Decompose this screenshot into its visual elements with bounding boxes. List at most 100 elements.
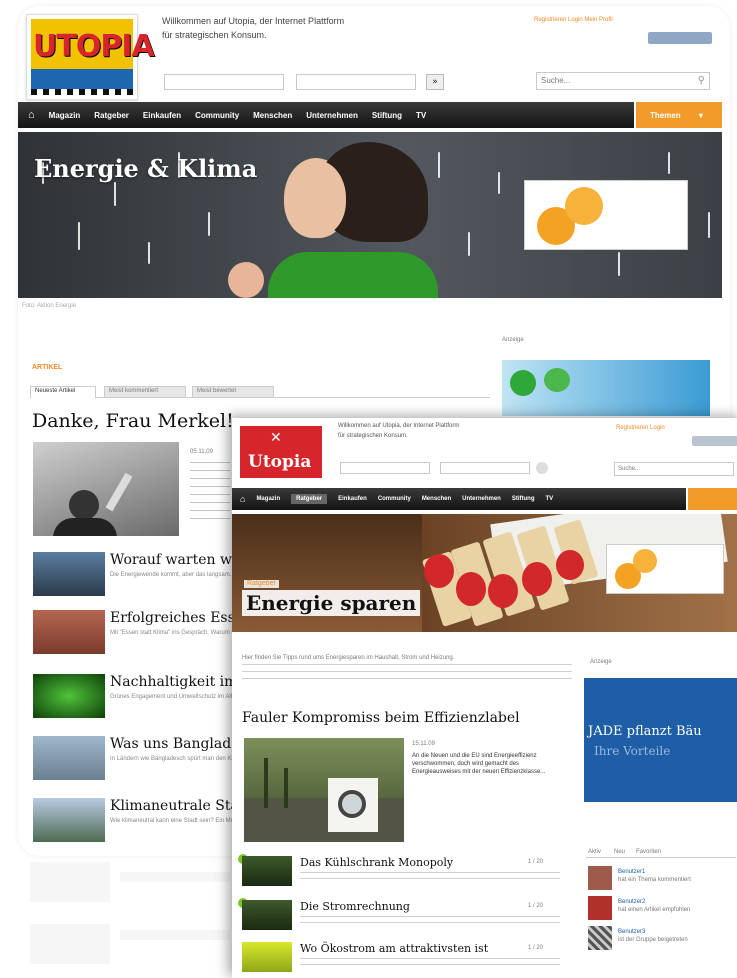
front-welcome-line2: für strategischen Konsum. <box>338 433 408 439</box>
front-welcome-line1: Willkommen auf Utopia, der Internet Plat… <box>338 423 460 429</box>
front-list-title[interactable]: Die Stromrechnung <box>300 900 410 913</box>
front-lead-image[interactable] <box>244 738 404 842</box>
front-intro-text: Hier finden Sie Tipps rund ums Energiesp… <box>242 655 455 661</box>
back-logo[interactable]: UTOPIA <box>26 14 155 100</box>
back-login-button[interactable] <box>648 32 712 44</box>
front-hero-banner: Ratgeber Energie sparen <box>232 514 737 632</box>
home-icon[interactable]: ⌂ <box>28 109 35 121</box>
front-person-text: hat einen Artikel empfohlen <box>618 907 691 913</box>
back-page-reflection <box>120 872 230 882</box>
front-lead-title[interactable]: Fauler Kompromiss beim Effizienzlabel <box>242 710 520 726</box>
front-nav-item[interactable]: Community <box>378 496 411 502</box>
back-nav-item[interactable]: Einkaufen <box>143 111 181 120</box>
front-nav-item[interactable]: Magazin <box>256 496 280 502</box>
back-article-title[interactable]: Erfolgreiches Essen <box>110 610 252 626</box>
front-sidebar-tab[interactable]: Neu <box>614 848 625 856</box>
back-nav-item[interactable]: Community <box>195 111 239 120</box>
back-article-title[interactable]: Nachhaltigkeit im <box>110 674 237 690</box>
front-person-text: ist der Gruppe beigetreten <box>618 937 688 943</box>
front-hero-promo-box[interactable] <box>606 544 724 594</box>
back-nav-item[interactable]: Unternehmen <box>306 111 358 120</box>
back-nav-item[interactable]: Menschen <box>253 111 292 120</box>
back-nav-item[interactable]: Magazin <box>49 111 81 120</box>
front-nav-item-active[interactable]: Ratgeber <box>291 494 328 504</box>
back-ad-banner[interactable] <box>502 360 710 416</box>
back-username-field[interactable] <box>164 74 284 90</box>
back-tab-newest[interactable]: Neueste Artikel <box>30 386 96 398</box>
back-nav-item[interactable]: Stiftung <box>372 111 402 120</box>
home-icon[interactable]: ⌂ <box>240 494 245 504</box>
back-main-nav: ⌂ Magazin Ratgeber Einkaufen Community M… <box>18 102 634 128</box>
front-person-name[interactable]: Benutzer2 <box>618 898 645 906</box>
front-person-name[interactable]: Benutzer3 <box>618 928 645 936</box>
back-article-title[interactable]: Klimaneutrale Stad <box>110 798 248 814</box>
back-article-thumb[interactable] <box>33 552 105 596</box>
front-nav-item[interactable]: Stiftung <box>512 496 535 502</box>
back-article-thumb[interactable] <box>33 674 105 718</box>
front-list-title[interactable]: Das Kühlschrank Monopoly <box>300 856 453 869</box>
front-nav-item[interactable]: Menschen <box>422 496 451 502</box>
front-logo[interactable]: ✕ Utopia <box>240 426 322 478</box>
back-hero-promo-box[interactable] <box>524 180 688 250</box>
logo-mark-icon: ✕ <box>270 430 282 446</box>
front-nav-cta[interactable] <box>688 488 737 510</box>
back-page-reflection <box>120 930 230 940</box>
back-nav-cta[interactable]: Themen ▾ <box>636 102 722 128</box>
front-login-button[interactable] <box>692 436 737 446</box>
front-nav-item[interactable]: Einkaufen <box>338 496 367 502</box>
back-nav-item[interactable]: TV <box>416 111 426 120</box>
avatar[interactable] <box>588 866 612 890</box>
back-tab-comments[interactable]: Meist kommentiert <box>104 386 186 398</box>
back-hero-caption: Foto: Aktion Energie <box>22 303 77 309</box>
front-main-nav: ⌂ Magazin Ratgeber Einkaufen Community M… <box>232 488 686 510</box>
back-lead-title[interactable]: Danke, Frau Merkel! <box>32 410 234 432</box>
back-page-reflection <box>30 924 110 964</box>
washing-machine-door-icon <box>338 790 366 818</box>
front-logo-text: Utopia <box>248 452 312 472</box>
back-password-field[interactable] <box>296 74 416 90</box>
back-nav-item[interactable]: Ratgeber <box>94 111 129 120</box>
back-lead-image[interactable] <box>33 442 179 536</box>
avatar[interactable] <box>588 926 612 950</box>
front-list-thumb[interactable] <box>242 900 292 930</box>
front-search-placeholder: Suche... <box>618 466 641 472</box>
front-username-field[interactable] <box>340 462 430 474</box>
front-ad-banner-text: JADE pflanzt Bäu <box>588 724 702 739</box>
back-go-button[interactable]: » <box>426 74 444 90</box>
back-article-text: Grünes Engagement und Umweltschutz im Al… <box>110 694 246 700</box>
front-search-input[interactable]: Suche... <box>614 462 734 476</box>
front-list-meta: 1 / 20 <box>528 903 544 909</box>
front-sidebar-tab[interactable]: Favoriten <box>636 848 661 856</box>
back-hero-banner: Energie & Klima <box>18 132 722 298</box>
front-list-title[interactable]: Wo Ökostrom am attraktivsten ist <box>300 942 488 955</box>
front-lead-body: An die Neuen und die EU sind Energieeffi… <box>412 752 562 776</box>
front-go-button[interactable] <box>536 462 548 474</box>
front-list-meta: 1 / 20 <box>528 859 544 865</box>
back-logo-text: UTOPIA <box>33 29 155 64</box>
front-lead-date: 15.11.09 <box>412 741 435 747</box>
phone-icon <box>510 370 536 396</box>
avatar[interactable] <box>588 896 612 920</box>
front-sidebar-tab[interactable]: Aktiv <box>588 848 601 856</box>
back-article-title[interactable]: Worauf warten wir <box>110 552 243 568</box>
back-article-thumb[interactable] <box>33 736 105 780</box>
front-person-text: hat ein Thema kommentiert <box>618 877 691 883</box>
front-list-thumb[interactable] <box>242 856 292 886</box>
back-search-input[interactable]: Suche... ⚲ <box>536 72 710 90</box>
back-tabs: Neueste Artikel Meist kommentiert Meist … <box>30 382 490 398</box>
back-tab-rated[interactable]: Meist bewertet <box>192 386 274 398</box>
back-top-links[interactable]: Registrieren Login Mein Profil <box>534 16 613 24</box>
front-password-field[interactable] <box>440 462 530 474</box>
front-list-thumb[interactable] <box>242 942 292 972</box>
back-article-title[interactable]: Was uns Banglades <box>110 736 247 752</box>
front-person-name[interactable]: Benutzer1 <box>618 868 645 876</box>
back-nav-cta-label: Themen <box>650 111 681 120</box>
front-ad-banner[interactable]: JADE pflanzt Bäu Ihre Vorteile <box>584 678 737 802</box>
chevron-down-icon: ▾ <box>698 111 703 120</box>
back-article-thumb[interactable] <box>33 610 105 654</box>
search-icon[interactable]: ⚲ <box>698 75 705 86</box>
front-nav-item[interactable]: TV <box>546 496 554 502</box>
front-top-links[interactable]: Registrieren Login <box>616 424 665 432</box>
back-article-thumb[interactable] <box>33 798 105 842</box>
front-nav-item[interactable]: Unternehmen <box>462 496 501 502</box>
